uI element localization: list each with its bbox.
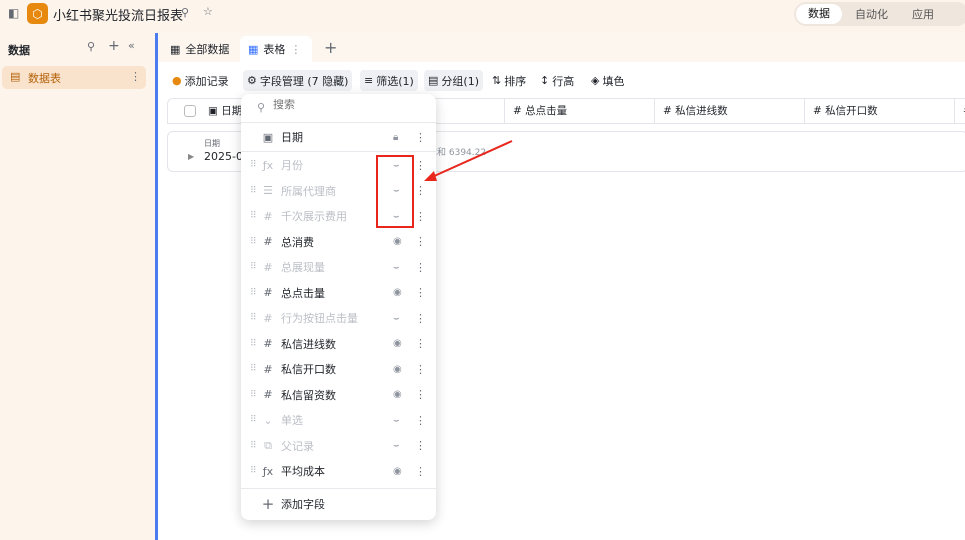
- annotation-arrow: [424, 140, 513, 181]
